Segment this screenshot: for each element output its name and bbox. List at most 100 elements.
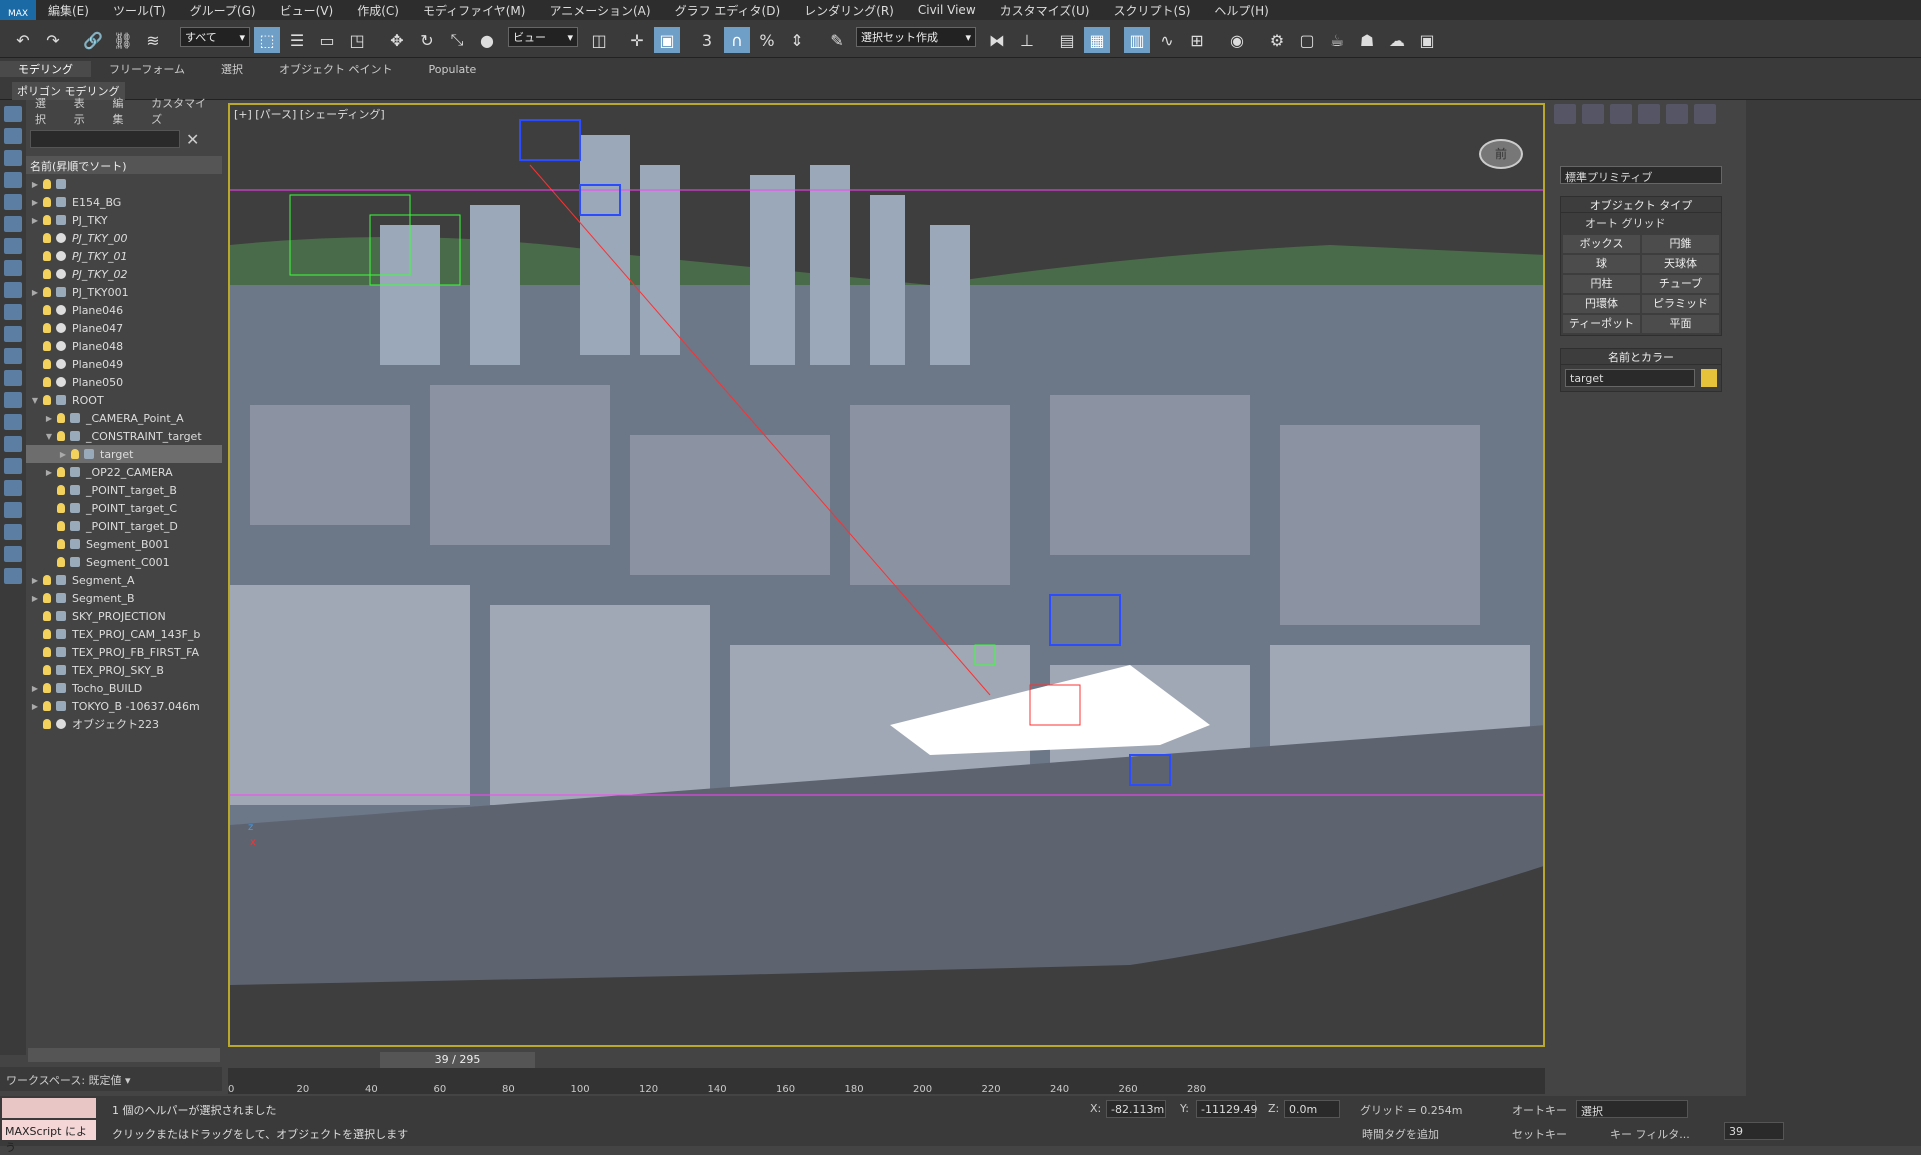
primitive-button-1[interactable]: 円錐	[1642, 235, 1719, 253]
explorer-filter-icon[interactable]	[4, 194, 22, 210]
rendered-frame-icon[interactable]: ▢	[1294, 27, 1320, 53]
angle-snap-icon[interactable]: ∩	[724, 27, 750, 53]
visibility-bulb-icon[interactable]	[43, 269, 51, 279]
visibility-bulb-icon[interactable]	[43, 629, 51, 639]
viewport-label[interactable]: [+] [パース] [シェーディング]	[234, 106, 385, 122]
tree-row[interactable]: TEX_PROJ_FB_FIRST_FA	[26, 643, 222, 661]
visibility-bulb-icon[interactable]	[43, 323, 51, 333]
named-selection-dropdown[interactable]: 選択セット作成 ▾	[856, 27, 976, 47]
track-bar[interactable]: 0 20 40 60 80 100 120 140 160 180 200 220 240 260 280	[228, 1068, 1545, 1095]
visibility-bulb-icon[interactable]	[43, 197, 51, 207]
menu-item-3[interactable]: ビュー(V)	[268, 2, 346, 19]
tree-row[interactable]: Plane046	[26, 301, 222, 319]
tree-row[interactable]: ▼ ROOT	[26, 391, 222, 409]
primitive-button-5[interactable]: チューブ	[1642, 275, 1719, 293]
tree-row[interactable]: ▶ TOKYO_B -10637.046m	[26, 697, 222, 715]
render-cloud-icon[interactable]: ☁	[1384, 27, 1410, 53]
visibility-bulb-icon[interactable]	[43, 611, 51, 621]
explorer-filter-icon[interactable]	[4, 150, 22, 166]
visibility-bulb-icon[interactable]	[57, 521, 65, 531]
close-icon[interactable]: ✕	[186, 130, 199, 149]
menu-item-12[interactable]: ヘルプ(H)	[1202, 2, 1280, 19]
scale-icon[interactable]: ⤡	[444, 27, 470, 53]
tree-row[interactable]: Segment_B001	[26, 535, 222, 553]
tree-row[interactable]: ▶ PJ_TKY	[26, 211, 222, 229]
layer-manager-icon[interactable]: ▤	[1054, 27, 1080, 53]
expand-arrow-icon[interactable]: ▶	[30, 180, 40, 189]
primitive-button-9[interactable]: 平面	[1642, 315, 1719, 333]
tree-row[interactable]: Segment_C001	[26, 553, 222, 571]
primitive-type-dropdown[interactable]: 標準プリミティブ	[1560, 166, 1722, 184]
visibility-bulb-icon[interactable]	[43, 593, 51, 603]
auto-key-button[interactable]: オートキー	[1512, 1102, 1567, 1118]
key-selection-dropdown[interactable]: 選択	[1576, 1100, 1688, 1118]
tree-row[interactable]: ▶ target	[26, 445, 222, 463]
explorer-filter-icon[interactable]	[4, 546, 22, 562]
expand-arrow-icon[interactable]: ▶	[30, 288, 40, 297]
explorer-filter-icon[interactable]	[4, 502, 22, 518]
tree-row[interactable]: Plane049	[26, 355, 222, 373]
ribbon-tab-3[interactable]: オブジェクト ペイント	[261, 61, 411, 77]
scene-menu-3[interactable]: カスタマイズ	[142, 95, 222, 127]
visibility-bulb-icon[interactable]	[57, 413, 65, 423]
primitive-button-6[interactable]: 円環体	[1563, 295, 1640, 313]
visibility-bulb-icon[interactable]	[43, 233, 51, 243]
tree-row[interactable]: ▶ E154_BG	[26, 193, 222, 211]
display-tab-icon[interactable]	[1666, 104, 1688, 124]
schematic-view-icon[interactable]: ⊞	[1184, 27, 1210, 53]
visibility-bulb-icon[interactable]	[43, 179, 51, 189]
visibility-bulb-icon[interactable]	[57, 503, 65, 513]
visibility-bulb-icon[interactable]	[57, 557, 65, 567]
redo-icon[interactable]: ↷	[40, 27, 66, 53]
ribbon-tab-0[interactable]: モデリング	[0, 61, 91, 77]
expand-arrow-icon[interactable]: ▶	[30, 684, 40, 693]
visibility-bulb-icon[interactable]	[43, 701, 51, 711]
explorer-filter-icon[interactable]	[4, 304, 22, 320]
visibility-bulb-icon[interactable]	[43, 287, 51, 297]
tree-row[interactable]: オブジェクト223	[26, 715, 222, 733]
visibility-bulb-icon[interactable]	[43, 251, 51, 261]
primitive-button-3[interactable]: 天球体	[1642, 255, 1719, 273]
expand-arrow-icon[interactable]: ▶	[30, 594, 40, 603]
tree-row[interactable]: SKY_PROJECTION	[26, 607, 222, 625]
visibility-bulb-icon[interactable]	[43, 359, 51, 369]
visibility-bulb-icon[interactable]	[57, 431, 65, 441]
bind-spacewarp-icon[interactable]: ≋	[140, 27, 166, 53]
explorer-filter-icon[interactable]	[4, 458, 22, 474]
menu-item-0[interactable]: 編集(E)	[36, 2, 101, 19]
perspective-viewport[interactable]: x z 前	[228, 103, 1545, 1047]
edit-named-selection-icon[interactable]: ✎	[824, 27, 850, 53]
ribbon-tab-1[interactable]: フリーフォーム	[91, 61, 203, 77]
primitive-button-0[interactable]: ボックス	[1563, 235, 1640, 253]
percent-snap-icon[interactable]: %	[754, 27, 780, 53]
utilities-tab-icon[interactable]	[1694, 104, 1716, 124]
workspace-selector[interactable]: ワークスペース: 既定値 ▾	[0, 1067, 222, 1091]
menu-item-2[interactable]: グループ(G)	[178, 2, 268, 19]
snap-3d-icon[interactable]: 3	[694, 27, 720, 53]
menu-item-9[interactable]: Civil View	[906, 3, 988, 17]
tree-row[interactable]: PJ_TKY_01	[26, 247, 222, 265]
unlink-icon[interactable]: ⛓	[110, 27, 136, 53]
primitive-button-4[interactable]: 円柱	[1563, 275, 1640, 293]
visibility-bulb-icon[interactable]	[43, 215, 51, 225]
visibility-bulb-icon[interactable]	[43, 683, 51, 693]
material-editor-icon[interactable]: ◉	[1224, 27, 1250, 53]
add-time-tag[interactable]: 時間タグを追加	[1362, 1126, 1439, 1142]
visibility-bulb-icon[interactable]	[43, 647, 51, 657]
set-key-button[interactable]: セットキー	[1512, 1126, 1567, 1142]
sort-header[interactable]: 名前(昇順でソート)	[26, 156, 222, 174]
expand-arrow-icon[interactable]: ▶	[58, 450, 68, 459]
z-coordinate-field[interactable]: 0.0m	[1284, 1100, 1340, 1118]
explorer-filter-icon[interactable]	[4, 238, 22, 254]
menu-item-5[interactable]: モディファイヤ(M)	[411, 2, 538, 19]
explorer-filter-icon[interactable]	[4, 480, 22, 496]
explorer-filter-icon[interactable]	[4, 370, 22, 386]
explorer-filter-icon[interactable]	[4, 568, 22, 584]
align-icon[interactable]: ⊥	[1014, 27, 1040, 53]
menu-item-6[interactable]: アニメーション(A)	[537, 2, 662, 19]
menu-item-1[interactable]: ツール(T)	[101, 2, 178, 19]
menu-item-8[interactable]: レンダリング(R)	[792, 2, 906, 19]
expand-arrow-icon[interactable]: ▶	[44, 414, 54, 423]
explorer-filter-icon[interactable]	[4, 172, 22, 188]
primitive-button-2[interactable]: 球	[1563, 255, 1640, 273]
